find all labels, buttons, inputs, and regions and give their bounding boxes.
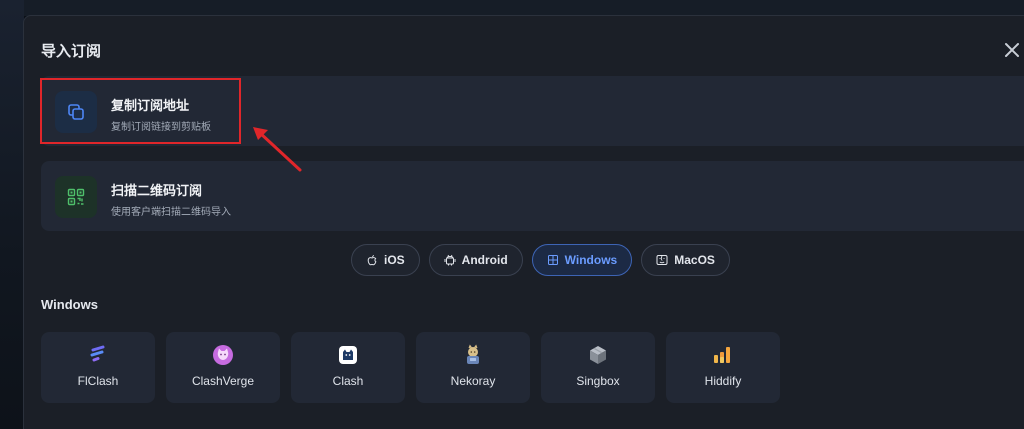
clash-icon — [339, 346, 357, 364]
client-singbox[interactable]: Singbox — [541, 332, 655, 403]
tab-ios[interactable]: iOS — [351, 244, 420, 276]
android-icon — [444, 254, 456, 266]
qrcode-icon — [67, 188, 85, 206]
nekoray-icon — [467, 344, 479, 364]
singbox-icon — [590, 346, 606, 364]
windows-icon — [547, 255, 558, 265]
tab-windows[interactable]: Windows — [531, 244, 633, 276]
hiddify-icon — [714, 347, 730, 363]
client-hiddify[interactable]: Hiddify — [666, 332, 780, 403]
client-list: FlClash ClashVerge Clash Nekoray Singbox… — [41, 332, 780, 403]
flclash-icon — [90, 345, 105, 362]
tab-windows-label: Windows — [564, 253, 618, 267]
client-flclash[interactable]: FlClash — [41, 332, 155, 403]
apple-icon — [367, 255, 377, 266]
client-name: Clash — [332, 374, 364, 388]
copy-subscription-option[interactable]: 复制订阅地址 复制订阅链接到剪贴板 — [41, 76, 1024, 146]
tab-macos-label: MacOS — [674, 253, 715, 267]
tab-macos[interactable]: MacOS — [641, 244, 730, 276]
copy-option-title: 复制订阅地址 — [111, 99, 190, 114]
client-name: Singbox — [576, 374, 620, 388]
page-backdrop-left — [0, 0, 24, 429]
macos-icon — [656, 255, 668, 265]
tab-android-label: Android — [461, 253, 508, 267]
copy-icon — [68, 104, 84, 120]
client-clash[interactable]: Clash — [291, 332, 405, 403]
scan-option-title: 扫描二维码订阅 — [111, 184, 203, 199]
client-clashverge[interactable]: ClashVerge — [166, 332, 280, 403]
tab-ios-label: iOS — [384, 253, 405, 267]
clashverge-icon — [213, 345, 233, 365]
client-name: Hiddify — [704, 374, 742, 388]
copy-option-subtitle: 复制订阅链接到剪贴板 — [111, 122, 211, 133]
client-nekoray[interactable]: Nekoray — [416, 332, 530, 403]
scan-qrcode-option[interactable]: 扫描二维码订阅 使用客户端扫描二维码导入 — [41, 161, 1024, 231]
section-label: Windows — [41, 297, 98, 312]
scan-option-subtitle: 使用客户端扫描二维码导入 — [111, 207, 231, 218]
client-name: Nekoray — [450, 374, 496, 388]
modal-title: 导入订阅 — [41, 42, 102, 60]
copy-icon-tile — [55, 91, 97, 133]
tab-android[interactable]: Android — [428, 244, 523, 276]
page-backdrop-top — [0, 0, 1024, 16]
client-name: ClashVerge — [191, 374, 255, 388]
client-name: FlClash — [77, 374, 119, 388]
qrcode-icon-tile — [55, 176, 97, 218]
import-subscription-modal: 导入订阅 复制订阅地址 复制订阅链接到剪贴板 扫描二维码订阅 使用客户端扫描二维… — [23, 15, 1024, 429]
platform-tabs: iOS Android Windows MacOS — [351, 244, 730, 276]
close-button[interactable] — [1000, 38, 1024, 62]
close-icon — [1005, 43, 1019, 57]
